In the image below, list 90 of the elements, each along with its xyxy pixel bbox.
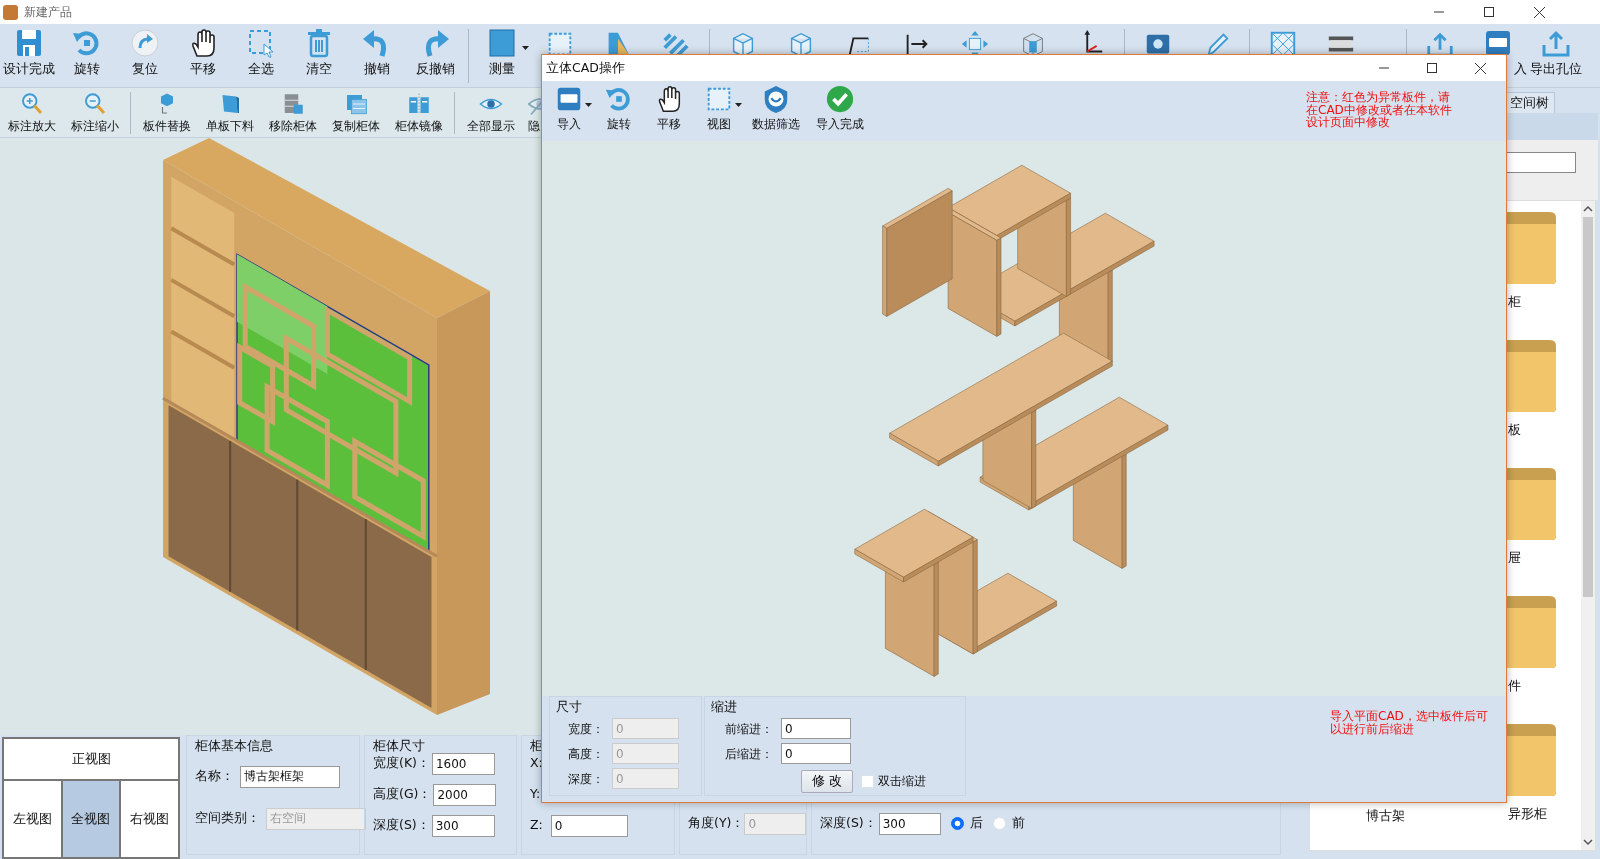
scrollbar-thumb[interactable] — [1583, 217, 1593, 597]
text-field[interactable]: 博古架框架 — [240, 765, 340, 788]
radio-label: 前 — [1011, 814, 1025, 833]
toolbar-button[interactable]: 单板下料 — [198, 88, 261, 137]
scroll-down-icon[interactable] — [1583, 838, 1593, 846]
dialog-title: 立体CAD操作 — [546, 58, 625, 77]
folder-label: 异形柜 — [1507, 806, 1548, 822]
maximize-icon[interactable] — [1484, 6, 1494, 17]
field-label: 前缩进： — [724, 720, 773, 738]
window-title: 新建产品 — [24, 4, 72, 21]
text-field[interactable]: 0 — [781, 743, 851, 764]
warning-text: 注意：红色为异常板件，请在CAD中修改或者在本软件设计页面中修改 — [1306, 91, 1453, 129]
toolbar-button[interactable]: 旋转 — [58, 24, 116, 77]
field-label: 深度： — [567, 770, 604, 788]
group-title: 尺寸 — [556, 700, 583, 714]
folder-label: 博古架 — [1365, 808, 1405, 824]
folder-label: 柜 — [1507, 294, 1522, 310]
group-title: 柜 — [530, 739, 544, 753]
toolbar-button[interactable]: 数据筛选 — [744, 81, 808, 132]
field-label: 角度(Y)： — [688, 814, 745, 833]
text-field[interactable]: 2000 — [433, 783, 497, 806]
toolbar-button[interactable]: 全选 — [232, 24, 290, 77]
group-title: 缩进 — [711, 700, 738, 714]
caret-icon — [585, 103, 592, 107]
toolbar-button[interactable]: 移除柜体 — [261, 88, 324, 137]
radio-button[interactable] — [950, 817, 964, 830]
view-tab[interactable]: 全视图 — [62, 781, 120, 857]
check-icon — [825, 84, 855, 114]
caret-icon — [522, 46, 529, 50]
toolbar-button[interactable]: 平移 — [644, 81, 694, 132]
text-field[interactable]: 1600 — [431, 752, 495, 775]
tab[interactable]: 空间树 — [1504, 92, 1555, 113]
zoom-out-icon — [82, 92, 107, 116]
field-label: 后缩进： — [724, 745, 773, 763]
field-label: X: — [530, 754, 543, 773]
folder-label: 板 — [1507, 422, 1522, 438]
toolbar-button[interactable]: 清空 — [290, 24, 348, 77]
toolbar-button[interactable]: 导出孔位 — [1527, 24, 1585, 77]
scroll-up-icon[interactable] — [1583, 205, 1593, 213]
field-label: Y: — [530, 785, 541, 804]
apply-button[interactable]: 修 改 — [801, 769, 853, 793]
radio-label: 后 — [969, 814, 983, 833]
toolbar-button[interactable]: 标注缩小 — [63, 88, 126, 137]
square-icon — [486, 27, 518, 59]
field-label: 空间类别： — [195, 809, 260, 828]
field-label: 深度(S)： — [820, 814, 877, 833]
text-field[interactable]: 0 — [781, 718, 851, 739]
toolbar-button[interactable]: 导入 — [544, 81, 594, 132]
close-icon[interactable] — [1533, 6, 1545, 18]
field-label: 深度(S)： — [373, 816, 430, 835]
toolbar-button[interactable]: 测量 — [473, 24, 531, 77]
toolbar-button[interactable]: 视图 — [694, 81, 744, 132]
toolbar-button[interactable]: 设计完成 — [0, 24, 58, 77]
field-label: 宽度(K)： — [373, 754, 430, 773]
toolbar-button[interactable]: 标注放大 — [0, 88, 63, 137]
toolbar-button[interactable]: 撤销 — [348, 24, 406, 77]
toolbar-button[interactable]: 复制柜体 — [324, 88, 387, 137]
checkbox[interactable] — [861, 774, 874, 788]
view-tab[interactable]: 右视图 — [121, 781, 178, 857]
mirror-icon — [406, 92, 431, 116]
toolbar-button[interactable]: 复位 — [116, 24, 174, 77]
app-icon — [3, 4, 18, 20]
reset-icon — [129, 27, 161, 59]
field-label: 高度(G)： — [373, 785, 432, 804]
field-label: Z: — [530, 816, 543, 835]
text-field[interactable]: 300 — [878, 812, 941, 835]
group-title: 柜体基本信息 — [195, 739, 274, 753]
toolbar-button[interactable]: 全部显示 — [459, 88, 522, 137]
field-label: 名称： — [195, 767, 234, 786]
text-field[interactable]: 300 — [431, 814, 495, 837]
checkbox-label: 双击缩进 — [878, 773, 926, 790]
view-tab[interactable]: 左视图 — [4, 781, 61, 857]
toolbar-button[interactable]: 板件替换 — [135, 88, 198, 137]
toolbar-button[interactable]: 导入完成 — [808, 81, 872, 132]
toolbar-button[interactable]: 柜体镜像 — [387, 88, 450, 137]
close-icon[interactable] — [1474, 62, 1486, 74]
text-field[interactable]: 0 — [550, 814, 628, 837]
hint-text: 导入平面CAD，选中板件后可以进行前后缩进 — [1330, 710, 1489, 738]
maximize-icon[interactable] — [1427, 62, 1437, 73]
folder-label: 件 — [1507, 678, 1522, 694]
group-title: 柜体尺寸 — [373, 739, 426, 753]
zoom-in-icon — [19, 92, 44, 116]
field-label: 高度： — [567, 745, 604, 763]
folder-label: 屉 — [1507, 550, 1522, 566]
field-label: 宽度： — [567, 720, 604, 738]
toolbar-button[interactable]: 平移 — [174, 24, 232, 77]
toolbar-button[interactable]: 反撤销 — [406, 24, 464, 77]
caret-icon — [735, 103, 742, 107]
toolbar-button[interactable]: 旋转 — [594, 81, 644, 132]
view-tab[interactable]: 正视图 — [4, 739, 178, 779]
